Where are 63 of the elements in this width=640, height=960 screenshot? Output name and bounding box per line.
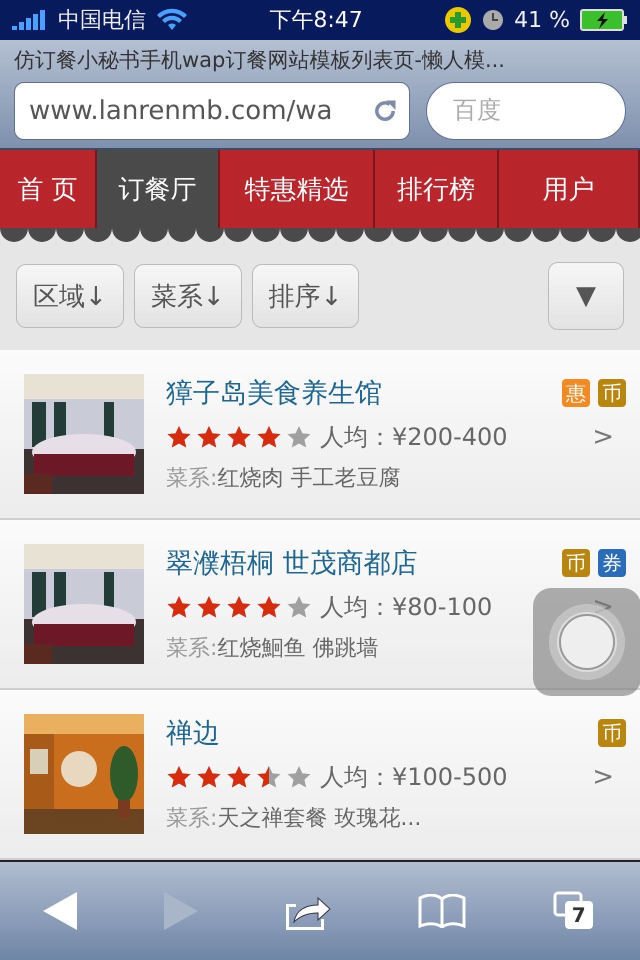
restaurant-card[interactable]: 禅边 币 人均：¥100-500 > 菜系:天之禅套餐 玫瑰花... [0,690,640,860]
battery-icon [580,9,628,31]
cuisine-dishes: 天之禅套餐 玫瑰花... [217,805,422,833]
signal-icon [12,10,48,30]
nav-tab[interactable]: 首 页 [0,150,97,228]
tag-badge: 币 [598,379,626,407]
average-price: 人均：¥200-400 [320,422,508,453]
cuisine-label: 菜系: [166,635,218,663]
star-icon [256,765,282,789]
back-icon[interactable] [43,892,78,930]
filter-button[interactable]: 排序↓ [252,264,360,328]
nav-tab[interactable]: 排行榜 [375,150,499,228]
star-icon [286,595,312,619]
search-field[interactable]: 百度 [426,82,626,140]
cuisine-dishes: 红烧肉 手工老豆腐 [217,465,400,493]
carrier-name: 中国电信 [58,7,146,35]
restaurant-name: 禅边 [166,717,220,751]
ring-icon [547,602,627,682]
cuisine-dishes: 红烧鮰鱼 佛跳墙 [217,635,378,663]
cuisine-label: 菜系: [166,465,218,493]
bookmarks-icon[interactable] [418,894,466,928]
alarm-icon [482,9,504,31]
star-icon [166,425,192,449]
restaurant-name: 獐子岛美食养生馆 [166,377,382,411]
star-icon [226,595,252,619]
chevron: > [592,422,614,452]
star-icon [256,595,282,619]
star-icon [196,765,222,789]
plus-icon [444,6,472,34]
average-price: 人均：¥100-500 [320,762,508,793]
filter-button[interactable]: 菜系↓ [134,264,242,328]
nav-tab[interactable]: 用户 [499,150,640,228]
restaurant-card[interactable]: 獐子岛美食养生馆 惠 币 人均：¥200-400 > 菜系:红烧肉 手工老豆腐 [0,350,640,520]
wifi-icon [156,8,188,32]
average-price: 人均：¥80-100 [320,592,492,623]
cuisine-label: 菜系: [166,805,218,833]
chevron: > [592,592,614,622]
url-field[interactable]: www.lanrenmb.com/wa [14,82,410,140]
assistive-touch-button[interactable] [533,588,640,696]
chevron: > [592,762,614,792]
tag-badge: 币 [598,719,626,747]
expand-button[interactable]: ▼ [548,262,624,330]
star-icon [196,425,222,449]
page-title: 仿订餐小秘书手机wap订餐网站模板列表页-懒人模... [14,47,506,74]
star-icon [166,765,192,789]
tag-badge: 币 [562,549,590,577]
star-icon [196,595,222,619]
star-icon [226,765,252,789]
nav-tab[interactable]: 订餐厅 [97,150,220,228]
filter-button[interactable]: 区域↓ [16,264,124,328]
battery-percent: 41 % [514,8,570,32]
star-icon [286,425,312,449]
star-icon [286,765,312,789]
clock-time: 下午8:47 [269,7,363,35]
restaurant-card[interactable]: 翠濮梧桐 世茂商都店 币 券 人均：¥80-100 > 菜系:红烧鮰鱼 佛跳墙 [0,520,640,690]
nav-tab[interactable]: 特惠精选 [220,150,375,228]
star-icon [226,425,252,449]
star-icon [166,595,192,619]
tag-badge: 券 [598,549,626,577]
restaurant-name: 翠濮梧桐 世茂商都店 [166,547,418,581]
tag-badge: 惠 [562,379,590,407]
star-icon [256,425,282,449]
tab-count: 7 [564,901,593,929]
